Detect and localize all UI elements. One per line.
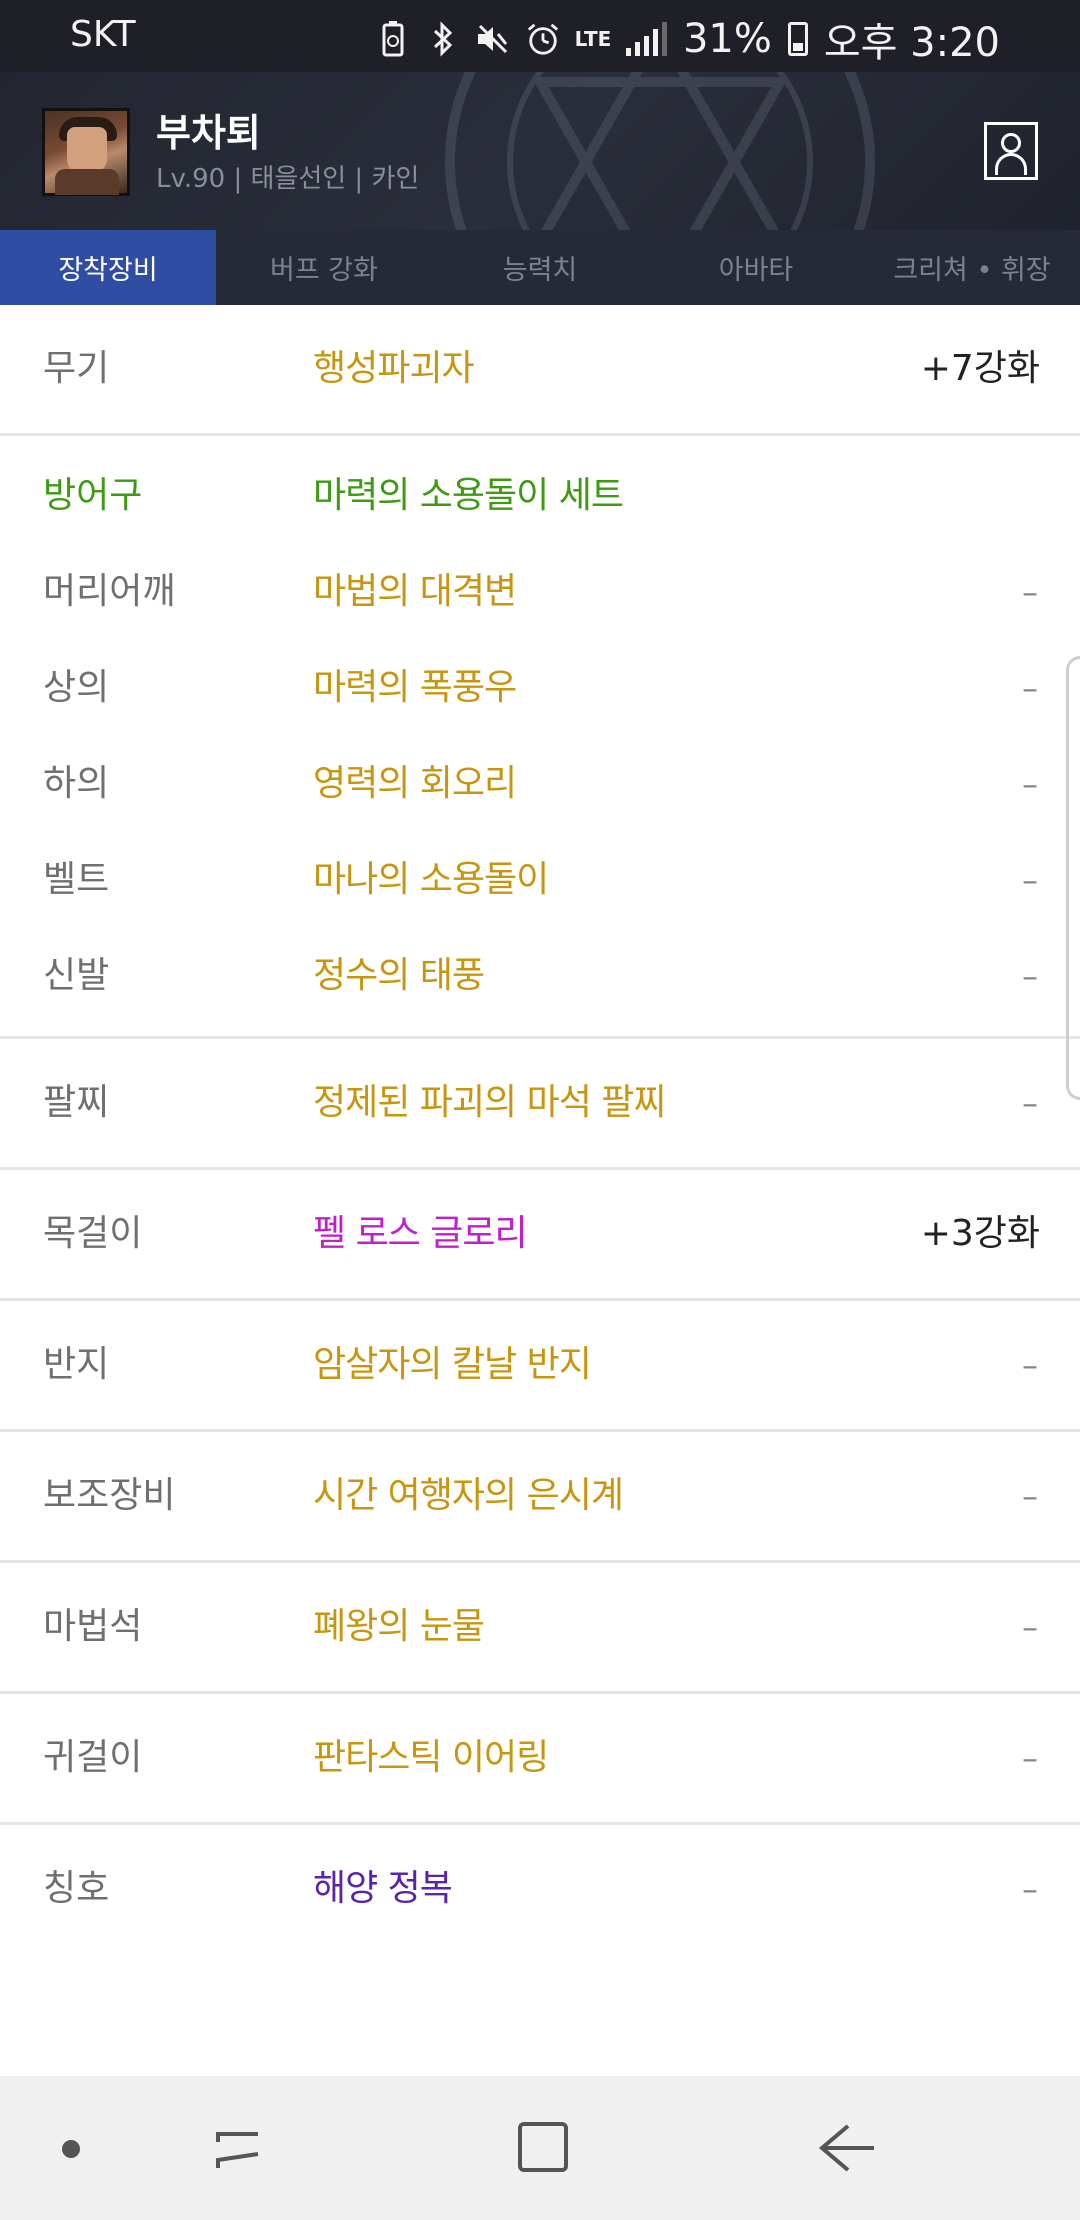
slot-label: 보조장비	[43, 1475, 176, 1516]
item-name: 암살자의 칼날 반지	[313, 1344, 592, 1385]
enhance-value: –	[1022, 861, 1038, 899]
equipment-row-bottom[interactable]: 하의 영력의 회오리 –	[0, 736, 1080, 832]
enhance-value: –	[1022, 1739, 1038, 1777]
enhance-value: –	[1022, 1346, 1038, 1384]
enhance-value: –	[1022, 1084, 1038, 1122]
item-name: 영력의 회오리	[313, 763, 517, 804]
status-bar: SKT LTE 31% 오후 3:20	[0, 0, 1080, 72]
item-name: 행성파괴자	[313, 348, 475, 389]
carrier-label: SKT	[70, 14, 136, 55]
enhance-value: –	[1022, 1608, 1038, 1646]
enhance-value: –	[1022, 669, 1038, 707]
equipment-row-belt[interactable]: 벨트 마나의 소용돌이 –	[0, 832, 1080, 928]
slot-label: 목걸이	[43, 1213, 143, 1254]
enhance-value: –	[1022, 1477, 1038, 1515]
item-name: 마력의 폭풍우	[313, 667, 517, 708]
slot-label: 무기	[43, 348, 110, 389]
item-name: 마법의 대격변	[313, 571, 517, 612]
hide-navbar-dot-icon[interactable]	[62, 2140, 80, 2158]
slot-label: 귀걸이	[43, 1737, 143, 1778]
slot-label: 팔찌	[43, 1082, 110, 1123]
equipment-list: 무기 행성파괴자 +7강화 방어구 마력의 소용돌이 세트 머리어깨 마법의 대…	[0, 305, 1080, 1953]
lte-icon: LTE	[574, 27, 612, 51]
slot-label: 방어구	[43, 475, 143, 516]
battery-percent: 31%	[682, 16, 772, 62]
slot-label: 신발	[43, 955, 110, 996]
equipment-row-title[interactable]: 칭호 해양 정복 –	[0, 1825, 1080, 1953]
slot-label: 마법석	[43, 1606, 143, 1647]
enhance-value: –	[1022, 1870, 1038, 1908]
signal-icon	[625, 22, 667, 56]
item-name: 해양 정복	[313, 1868, 453, 1909]
equipment-row-ring[interactable]: 반지 암살자의 칼날 반지 –	[0, 1301, 1080, 1429]
equipment-row-earring[interactable]: 귀걸이 판타스틱 이어링 –	[0, 1694, 1080, 1822]
item-name: 판타스틱 이어링	[313, 1737, 549, 1778]
profile-button[interactable]	[984, 122, 1038, 180]
equipment-row-support[interactable]: 보조장비 시간 여행자의 은시계 –	[0, 1432, 1080, 1560]
home-button-icon[interactable]	[518, 2122, 568, 2172]
tab-stats[interactable]: 능력치	[432, 230, 648, 305]
item-name: 시간 여행자의 은시계	[313, 1475, 624, 1516]
recent-apps-icon[interactable]	[210, 2120, 266, 2176]
clock: 오후 3:20	[823, 20, 1000, 66]
item-name: 폐왕의 눈물	[313, 1606, 485, 1647]
slot-label: 상의	[43, 667, 110, 708]
equipment-row-armor-set[interactable]: 방어구 마력의 소용돌이 세트	[0, 448, 1080, 544]
mute-icon	[476, 19, 510, 59]
slot-label: 반지	[43, 1344, 110, 1385]
equipment-row-necklace[interactable]: 목걸이 펠 로스 글로리 +3강화	[0, 1170, 1080, 1298]
equipment-row-magic-stone[interactable]: 마법석 폐왕의 눈물 –	[0, 1563, 1080, 1691]
back-arrow-icon[interactable]	[816, 2120, 880, 2176]
character-name: 부차퇴	[156, 111, 261, 155]
equipment-row-top[interactable]: 상의 마력의 폭풍우 –	[0, 640, 1080, 736]
tab-buff-enhance[interactable]: 버프 강화	[216, 230, 432, 305]
tab-equipment[interactable]: 장착장비	[0, 230, 216, 305]
status-icons: LTE 31% 오후 3:20	[376, 10, 1000, 68]
item-name: 펠 로스 글로리	[313, 1213, 528, 1254]
enhance-value: +3강화	[920, 1213, 1040, 1254]
equipment-row-weapon[interactable]: 무기 행성파괴자 +7강화	[0, 305, 1080, 433]
edge-panel-handle[interactable]	[1066, 656, 1080, 1100]
set-name: 마력의 소용돌이 세트	[313, 475, 624, 516]
person-icon	[1001, 133, 1021, 153]
item-name: 마나의 소용돌이	[313, 859, 549, 900]
equipment-row-head-shoulder[interactable]: 머리어깨 마법의 대격변 –	[0, 544, 1080, 640]
emblem-pattern	[445, 72, 875, 230]
equipment-row-shoes[interactable]: 신발 정수의 태풍 –	[0, 928, 1080, 1024]
enhance-value: –	[1022, 765, 1038, 803]
slot-label: 하의	[43, 763, 110, 804]
battery-icon	[787, 22, 808, 56]
slot-label: 머리어깨	[43, 571, 176, 612]
bluetooth-icon	[426, 19, 460, 59]
battery-saver-icon	[376, 19, 410, 59]
enhance-value: –	[1022, 957, 1038, 995]
enhance-value: –	[1022, 573, 1038, 611]
item-name: 정제된 파괴의 마석 팔찌	[313, 1082, 667, 1123]
character-header: 부차퇴 Lv.90 | 태을선인 | 카인	[0, 72, 1080, 230]
tab-creature-emblem[interactable]: 크리쳐 • 휘장	[864, 230, 1080, 305]
slot-label: 칭호	[43, 1868, 110, 1909]
enhance-value: +7강화	[920, 348, 1040, 389]
character-info: Lv.90 | 태을선인 | 카인	[156, 164, 420, 194]
navigation-bar	[0, 2076, 1080, 2220]
avatar[interactable]	[42, 108, 130, 196]
tab-bar: 장착장비 버프 강화 능력치 아바타 크리쳐 • 휘장	[0, 230, 1080, 305]
equipment-row-bracelet[interactable]: 팔찌 정제된 파괴의 마석 팔찌 –	[0, 1039, 1080, 1167]
slot-label: 벨트	[43, 859, 110, 900]
tab-avatar[interactable]: 아바타	[648, 230, 864, 305]
alarm-icon	[526, 19, 560, 59]
item-name: 정수의 태풍	[313, 955, 485, 996]
